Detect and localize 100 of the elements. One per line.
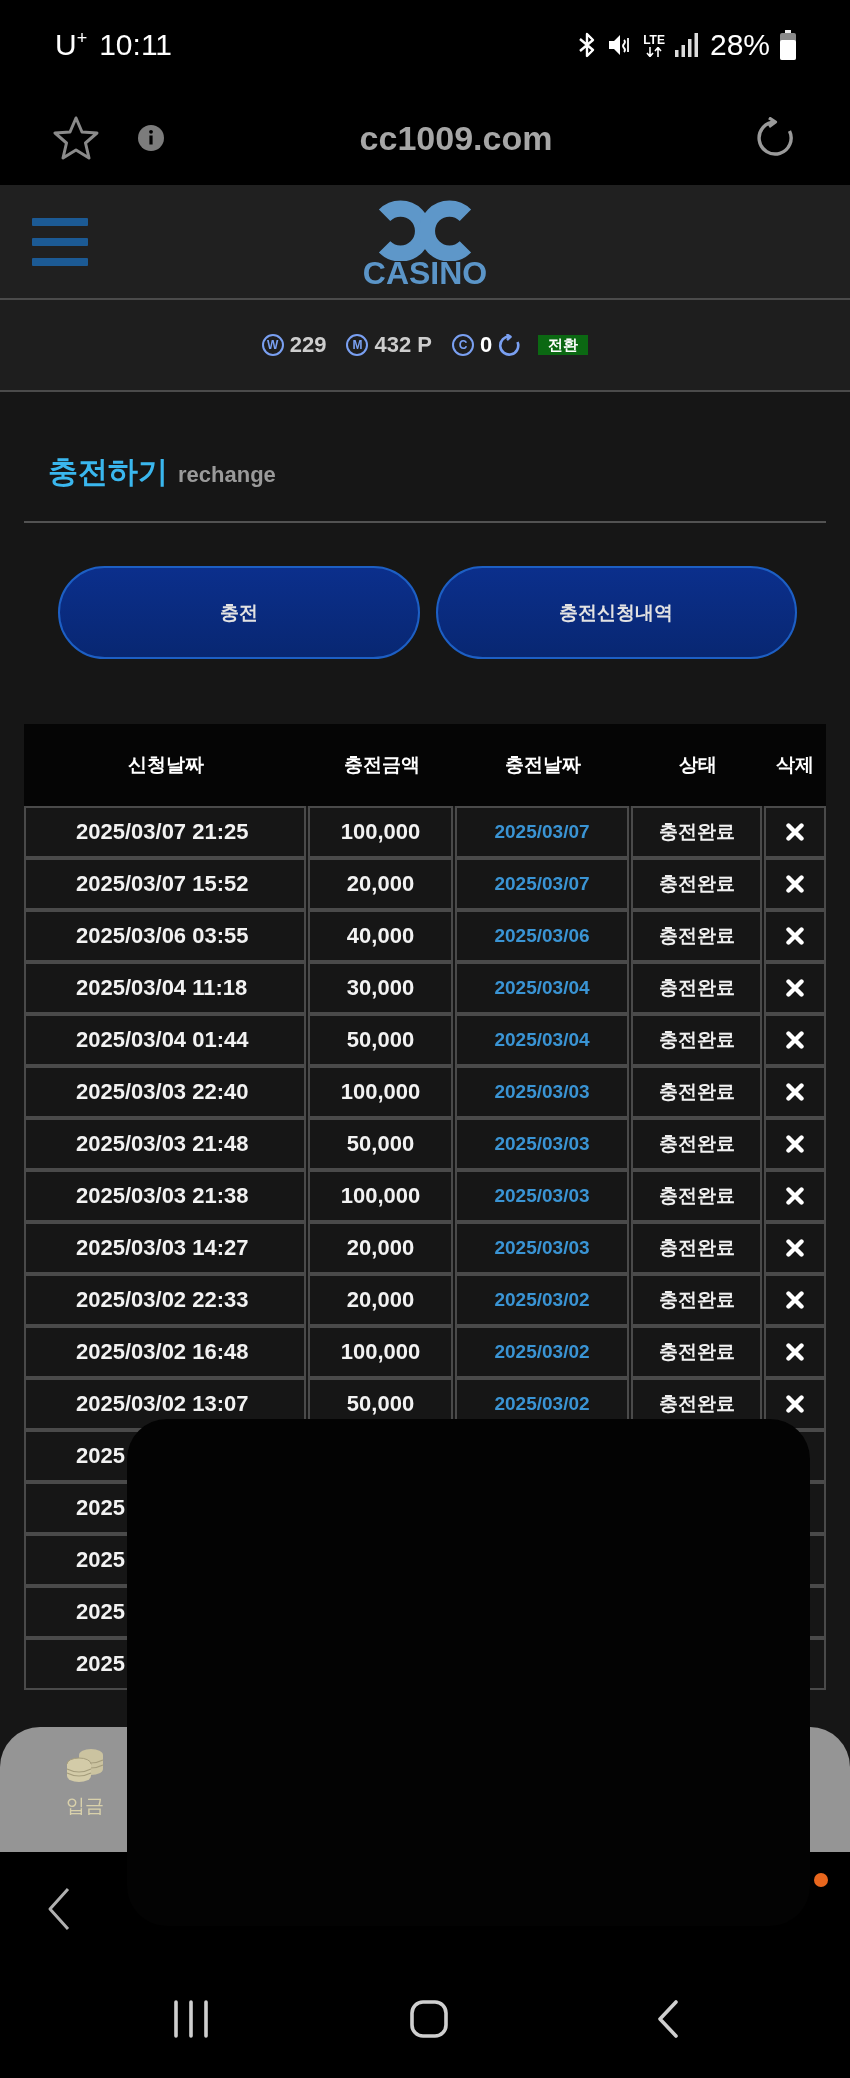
page-subtitle: rechange [178,461,276,489]
charge-date: 2025/03/03 [494,1133,590,1155]
info-icon[interactable] [138,124,164,151]
delete-icon[interactable] [786,1291,804,1309]
column-header: 충전날짜 [505,753,581,777]
request-date: 2025/03/04 11:18 [76,976,248,1000]
status-text: 충전완료 [658,1341,735,1363]
status-text: 충전완료 [658,821,735,843]
request-date: 2025/03/07 15:52 [76,872,249,896]
back-icon[interactable] [657,2000,679,2038]
charge-date: 2025/03/02 [494,1341,590,1363]
delete-icon[interactable] [786,875,804,893]
status-text: 충전완료 [658,1237,735,1259]
data-arrows-icon [646,46,663,57]
charge-amount: 40,000 [346,924,415,948]
request-date: 2025 [76,1496,125,1520]
request-date: 2025/03/03 21:48 [76,1132,249,1156]
refresh-icon[interactable] [498,333,522,357]
delete-icon[interactable] [786,979,804,997]
clock-time: 10:11 [99,28,173,62]
request-date: 2025/03/07 21:25 [76,820,249,844]
star-icon[interactable] [53,115,99,160]
notification-dot-icon [814,1873,828,1887]
charge-date: 2025/03/07 [494,821,590,843]
currency-symbol: W [261,334,284,356]
battery-percent: 28% [709,28,770,62]
home-icon[interactable] [410,2000,448,2038]
charge-date: 2025/03/04 [494,977,590,999]
delete-icon[interactable] [786,1239,804,1257]
delete-icon[interactable] [786,927,804,945]
currency-symbol: C [452,334,474,356]
charge-date: 2025/03/06 [494,925,590,947]
network-type: LTE [643,33,665,46]
back-icon[interactable] [47,1887,71,1931]
column-header: 충전금액 [343,753,420,777]
charge-date: 2025/03/03 [494,1081,590,1103]
request-date: 2025/03/03 22:40 [76,1080,249,1104]
request-date: 2025 [76,1444,125,1468]
column-header: 삭제 [776,753,814,777]
delete-icon[interactable] [786,1395,804,1413]
charge-amount: 50,000 [346,1392,415,1416]
status-text: 충전완료 [658,1289,735,1311]
status-text: 충전완료 [658,1081,735,1103]
request-date: 2025/03/02 16:48 [76,1340,249,1364]
charge-amount: 20,000 [346,872,415,896]
currency-symbol: M [346,334,369,356]
charge-date: 2025/03/03 [494,1237,590,1259]
charge-amount: 100,000 [340,1184,421,1208]
reload-icon[interactable] [754,116,796,159]
carrier-label: U$^{+}$ [55,28,88,62]
status-text: 충전완료 [658,1029,735,1051]
request-date: 2025/03/04 01:44 [76,1028,249,1052]
charge-amount: 50,000 [346,1132,415,1156]
request-date: 2025/03/02 13:07 [76,1392,249,1416]
url-text[interactable]: cc1009.com [359,117,553,158]
charge-amount: 100,000 [340,1340,421,1364]
delete-icon[interactable] [786,823,804,841]
status-text: 충전완료 [658,977,735,999]
status-text: 충전완료 [658,1133,735,1155]
charge-date: 2025/03/07 [494,873,590,895]
delete-icon[interactable] [786,1135,804,1153]
request-date: 2025/03/06 03:55 [76,924,249,948]
delete-icon[interactable] [786,1083,804,1101]
charge-date: 2025/03/04 [494,1029,590,1051]
charge-date: 2025/03/02 [494,1289,590,1311]
battery-icon [780,30,796,60]
request-date: 2025/03/02 22:33 [76,1288,249,1312]
action-button[interactable]: 충전 [58,566,420,659]
page-title: 충전하기 [48,454,168,490]
charge-amount: 100,000 [340,1080,421,1104]
status-text: 충전완료 [658,925,735,947]
charge-amount: 20,000 [346,1236,415,1260]
charge-amount: 30,000 [346,976,415,1000]
delete-icon[interactable] [786,1187,804,1205]
column-header: 신청날짜 [128,753,204,777]
charge-date: 2025/03/02 [494,1393,590,1415]
balance-value: 432 P [374,332,432,358]
request-date: 2025 [76,1600,125,1624]
status-text: 충전완료 [658,1393,735,1415]
charge-date: 2025/03/03 [494,1185,590,1207]
request-date: 2025 [76,1652,125,1676]
status-text: 충전완료 [658,1185,735,1207]
balance-value: 229 [289,332,327,358]
logo-text: CASINO [362,258,488,287]
recents-icon[interactable] [173,2000,209,2038]
request-date: 2025/03/03 21:38 [76,1184,249,1208]
charge-amount: 50,000 [346,1028,415,1052]
signal-icon [674,33,698,57]
column-header: 상태 [678,753,717,777]
coins-icon [66,1747,104,1783]
status-text: 충전완료 [658,873,735,895]
charge-amount: 100,000 [340,820,421,844]
convert-button[interactable]: 전환 [538,335,589,355]
delete-icon[interactable] [786,1031,804,1049]
request-date: 2025/03/03 14:27 [76,1236,249,1260]
delete-icon[interactable] [786,1343,804,1361]
charge-amount: 20,000 [346,1288,415,1312]
request-date: 2025 [76,1548,125,1572]
balance-value: 0 [480,332,493,358]
action-button[interactable]: 충전신청내역 [435,566,797,659]
